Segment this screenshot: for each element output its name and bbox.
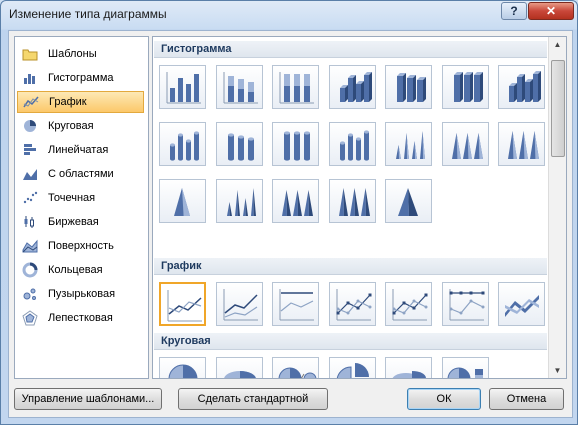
line-markers-chart-thumb[interactable]	[328, 282, 376, 326]
set-default-button[interactable]: Сделать стандартной	[178, 388, 328, 410]
category-label: Лепестковая	[48, 312, 113, 324]
3d-pie-chart-thumb[interactable]	[215, 357, 263, 378]
stacked-cone-chart-thumb[interactable]	[441, 122, 489, 166]
category-item[interactable]: Кольцевая	[17, 259, 144, 281]
folder-icon	[22, 46, 38, 62]
clustered-pyramid-chart-thumb[interactable]	[215, 179, 263, 223]
line-chart-thumb[interactable]	[159, 282, 206, 326]
line-chart-icon	[23, 94, 39, 110]
scatter-chart-icon	[22, 190, 38, 206]
category-label: Круговая	[48, 120, 94, 132]
3d-pyramid-chart-thumb[interactable]	[385, 179, 432, 223]
stacked-line-chart-thumb[interactable]	[215, 282, 263, 326]
scroll-up-arrow-icon[interactable]: ▲	[550, 37, 565, 52]
close-button[interactable]: ✕	[528, 2, 574, 20]
stacked-line-markers-chart-thumb[interactable]	[385, 282, 432, 326]
category-item[interactable]: Пузырьковая	[17, 283, 144, 305]
ok-button[interactable]: ОК	[407, 388, 481, 410]
category-item[interactable]: Гистограмма	[17, 67, 144, 89]
3d-line-chart-thumb[interactable]	[498, 282, 545, 326]
category-label: С областями	[48, 168, 114, 180]
category-label: Линейчатая	[48, 144, 109, 156]
scroll-thumb[interactable]	[551, 60, 565, 157]
category-label: График	[49, 96, 87, 108]
category-item[interactable]: Точечная	[17, 187, 144, 209]
pie-chart-icon	[22, 118, 38, 134]
category-item[interactable]: С областями	[17, 163, 144, 185]
pie-of-pie-chart-thumb[interactable]	[272, 357, 319, 378]
clustered-cone-chart-thumb[interactable]	[385, 122, 432, 166]
category-item[interactable]: Линейчатая	[17, 139, 144, 161]
percent-pyramid-chart-thumb[interactable]	[328, 179, 376, 223]
3d-percent-column-chart-thumb[interactable]	[441, 65, 489, 109]
clustered-column-chart-thumb[interactable]	[159, 65, 206, 109]
category-item[interactable]: Лепестковая	[17, 307, 144, 329]
exploded-pie-chart-thumb[interactable]	[328, 357, 376, 378]
category-label: Точечная	[48, 192, 96, 204]
stacked-pyramid-chart-thumb[interactable]	[272, 179, 319, 223]
category-item[interactable]: Биржевая	[17, 211, 144, 233]
percent-cone-chart-thumb[interactable]	[498, 122, 545, 166]
dialog-body: Шаблоны Гистограмма График Круговая Линейчат…	[8, 30, 573, 418]
bubble-chart-icon	[22, 286, 38, 302]
category-label: Кольцевая	[48, 264, 103, 276]
percent-line-chart-thumb[interactable]	[272, 282, 319, 326]
category-label: Гистограмма	[48, 72, 114, 84]
area-chart-icon	[22, 166, 38, 182]
category-item[interactable]: Круговая	[17, 115, 144, 137]
doughnut-chart-icon	[22, 262, 38, 278]
bar-of-pie-chart-thumb[interactable]	[441, 357, 489, 378]
category-item[interactable]: Шаблоны	[17, 43, 144, 65]
section-header: Гистограмма	[154, 41, 547, 58]
scroll-down-arrow-icon[interactable]: ▼	[550, 363, 565, 378]
section-header: График	[154, 258, 547, 275]
pie-chart-thumb[interactable]	[159, 357, 206, 378]
help-button[interactable]: ?	[501, 2, 527, 20]
category-label: Пузырьковая	[48, 288, 116, 300]
stacked-cylinder-chart-thumb[interactable]	[215, 122, 263, 166]
manage-templates-button[interactable]: Управление шаблонами...	[14, 388, 162, 410]
radar-chart-icon	[22, 310, 38, 326]
category-label: Поверхность	[48, 240, 114, 252]
section-header: Круговая	[154, 333, 547, 350]
percent-column-chart-thumb[interactable]	[272, 65, 319, 109]
dialog-title: Изменение типа диаграммы	[9, 7, 167, 21]
category-label: Шаблоны	[48, 48, 97, 60]
gallery-scrollbar[interactable]: ▲ ▼	[548, 37, 566, 378]
cancel-button[interactable]: Отмена	[489, 388, 564, 410]
3d-cylinder-chart-thumb[interactable]	[328, 122, 376, 166]
3d-stacked-column-chart-thumb[interactable]	[385, 65, 432, 109]
3d-cone-chart-thumb[interactable]	[159, 179, 206, 223]
category-label: Биржевая	[48, 216, 99, 228]
percent-cylinder-chart-thumb[interactable]	[272, 122, 319, 166]
surface-chart-icon	[22, 238, 38, 254]
clustered-cylinder-chart-thumb[interactable]	[159, 122, 206, 166]
bar-chart-icon	[22, 142, 38, 158]
dialog-window: Изменение типа диаграммы ? ✕ Шаблоны Гист…	[0, 0, 578, 425]
category-item[interactable]: Поверхность	[17, 235, 144, 257]
percent-line-markers-chart-thumb[interactable]	[441, 282, 489, 326]
3d-exploded-pie-chart-thumb[interactable]	[385, 357, 432, 378]
category-item[interactable]: График	[17, 91, 144, 113]
column-chart-icon	[22, 70, 38, 86]
stock-chart-icon	[22, 214, 38, 230]
chart-subtype-gallery: ▲ ▼ Гистограмма График Круговая	[152, 36, 567, 379]
3d-column-chart-thumb[interactable]	[498, 65, 545, 109]
chart-category-list: Шаблоны Гистограмма График Круговая Линейчат…	[14, 36, 149, 379]
stacked-column-chart-thumb[interactable]	[215, 65, 263, 109]
3d-clustered-column-chart-thumb[interactable]	[328, 65, 376, 109]
